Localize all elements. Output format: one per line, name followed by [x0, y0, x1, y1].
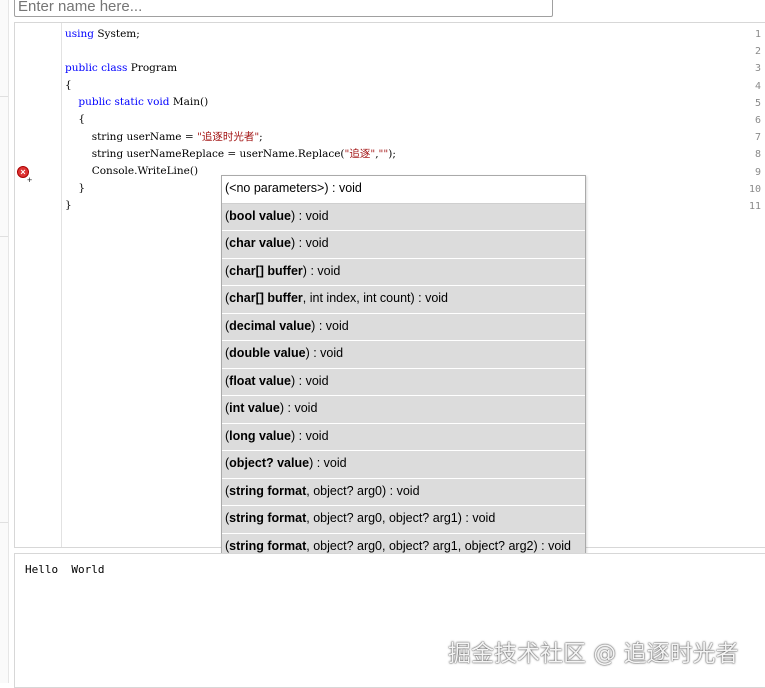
- line-number: 10: [748, 183, 761, 195]
- code-line: {: [65, 79, 72, 91]
- parameter-name: int value: [229, 401, 280, 415]
- line-number: 6: [754, 115, 761, 126]
- line-number: 9: [754, 166, 761, 178]
- code-line: public class Program: [65, 62, 178, 74]
- code-line: }: [65, 199, 72, 211]
- signature-rest: , int index, int count) : void: [302, 291, 449, 305]
- code-line: {: [65, 113, 86, 125]
- code-line: string userName = "追逐时光者";: [65, 131, 263, 143]
- name-input[interactable]: [14, 0, 553, 17]
- line-number: 8: [754, 149, 761, 161]
- signature-rest: : void: [295, 373, 329, 388]
- add-breakpoint-icon: +: [27, 175, 33, 185]
- parameter-name: long value: [229, 428, 291, 443]
- signature-overload-item[interactable]: (bool value) : void: [222, 204, 585, 231]
- signature-overload-item[interactable]: (decimal value) : void: [222, 314, 585, 341]
- code-line: using System;: [65, 28, 140, 40]
- signature-rest: : void: [315, 318, 349, 333]
- parameter-name: bool value: [229, 208, 291, 223]
- signature-overload-item[interactable]: (int value) : void: [222, 396, 585, 424]
- parameter-name: char[] buffer: [229, 263, 303, 278]
- signature-overload-item[interactable]: (string format, object? arg0) : void: [222, 479, 585, 506]
- signature-overload-item[interactable]: (<no parameters>) : void: [222, 176, 585, 204]
- parameter-name: float value: [229, 373, 291, 388]
- watermark: 掘金技术社区 @ 追逐时光者: [448, 641, 739, 667]
- code-line: public static void Main(): [78, 96, 209, 108]
- signature-rest: : void: [306, 263, 341, 278]
- signature-rest: : void: [295, 208, 329, 223]
- left-panel-divider: [0, 236, 8, 237]
- signature-rest: : void: [313, 456, 347, 470]
- left-panel-edge: [0, 0, 9, 683]
- signature-overload-item[interactable]: (double value) : void: [222, 341, 585, 369]
- code-line: string userNameReplace = userName.Replac…: [65, 148, 396, 160]
- signature-rest: , object? arg0, object? arg1, object? ar…: [306, 538, 572, 553]
- parameter-name: string format: [229, 511, 307, 525]
- line-number: 11: [748, 201, 761, 212]
- parameter-name: decimal value: [229, 318, 312, 333]
- code-line: }: [65, 182, 86, 194]
- signature-rest: , object? arg0) : void: [306, 483, 420, 498]
- output-text: Hello World: [25, 563, 105, 576]
- signature-overload-item[interactable]: (object? value) : void: [222, 451, 585, 479]
- signature-rest: : void: [309, 346, 344, 360]
- parameter-name: double value: [229, 346, 306, 360]
- signature-text: (<no parameters>) : void: [225, 181, 362, 195]
- left-panel-divider: [0, 96, 8, 97]
- line-number: 2: [754, 46, 761, 58]
- parameter-name: string format: [229, 538, 307, 553]
- signature-overload-item[interactable]: (float value) : void: [222, 369, 585, 396]
- signature-rest: : void: [284, 401, 318, 415]
- signature-rest: : void: [295, 236, 329, 250]
- left-panel-divider: [0, 522, 8, 523]
- signature-overload-item[interactable]: (char[] buffer) : void: [222, 259, 585, 286]
- signature-rest: : void: [295, 428, 329, 443]
- parameter-name: char[] buffer: [229, 291, 303, 305]
- signature-overload-item[interactable]: (string format, object? arg0, object? ar…: [222, 506, 585, 534]
- code-line: Console.WriteLine(): [65, 165, 199, 177]
- signature-rest: , object? arg0, object? arg1) : void: [306, 511, 496, 525]
- signature-overload-item[interactable]: (long value) : void: [222, 424, 585, 451]
- line-number: 4: [754, 80, 761, 92]
- signature-overload-item[interactable]: (char value) : void: [222, 231, 585, 259]
- line-number: 7: [754, 132, 761, 144]
- parameter-name: object? value: [229, 456, 310, 470]
- parameter-name: string format: [229, 483, 307, 498]
- line-number-gutter: [15, 23, 62, 547]
- line-number: 3: [754, 63, 761, 75]
- line-number: 1: [754, 29, 761, 40]
- parameter-name: char value: [229, 236, 292, 250]
- signature-overload-item[interactable]: (char[] buffer, int index, int count) : …: [222, 286, 585, 314]
- line-number: 5: [754, 97, 761, 109]
